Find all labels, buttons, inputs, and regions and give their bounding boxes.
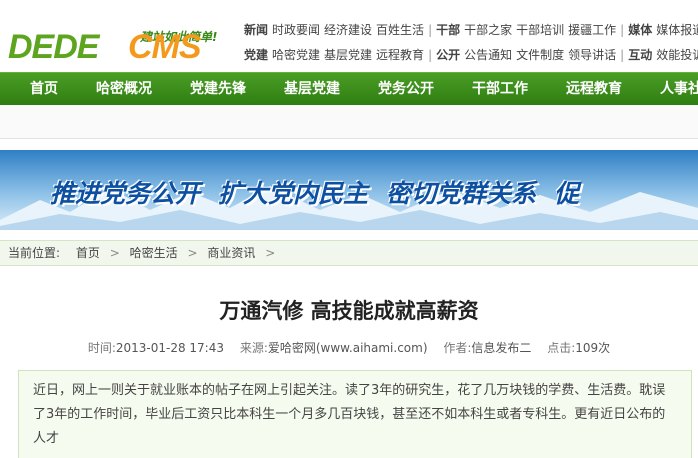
- meta-time-label: 时间:: [87, 341, 116, 355]
- meta-clicks-label: 点击:: [547, 341, 576, 355]
- quick-link-category[interactable]: 公开: [436, 48, 460, 62]
- logo-text-dede: DEDE: [8, 28, 99, 66]
- banner-slogan: 推进党务公开: [50, 179, 201, 208]
- quick-link[interactable]: 时政要闻: [272, 23, 320, 37]
- breadcrumb-separator: >: [187, 246, 198, 260]
- nav-item[interactable]: 基层党建: [264, 73, 358, 106]
- quick-links-row: 党建哈密党建基层党建远程教育|公开公告通知文件制度领导讲话|互动效能投诉: [244, 43, 698, 68]
- nav-item[interactable]: 首页: [10, 73, 76, 106]
- breadcrumb: 当前位置: 首页 > 哈密生活 > 商业资讯 >: [0, 240, 698, 266]
- nav-item[interactable]: 党建先锋: [170, 73, 264, 106]
- quick-links-separator: |: [620, 48, 625, 62]
- quick-links-row: 新闻时政要闻经济建设百姓生活|干部干部之家干部培训援疆工作|媒体媒体报道: [244, 18, 698, 43]
- logo-text-cms: CMS: [128, 28, 202, 66]
- banner-slogan: 促: [554, 179, 580, 208]
- article-meta: 时间:2013-01-28 17:43 来源:爱哈密网(www.aihami.c…: [0, 339, 698, 356]
- meta-author: 信息发布二: [471, 341, 532, 355]
- main-nav-list: 首页哈密概况党建先锋基层党建党务公开干部工作远程教育人事社保互动: [0, 73, 698, 106]
- quick-links-separator: |: [428, 23, 433, 37]
- breadcrumb-separator: >: [265, 246, 276, 260]
- quick-link-category[interactable]: 新闻: [244, 23, 268, 37]
- nav-item[interactable]: 党务公开: [358, 73, 452, 106]
- quick-link[interactable]: 援疆工作: [568, 23, 616, 37]
- site-header: 建站如此简单! DEDE CMS 新闻 时政要闻 经济建设 百姓生活 | 干部 干部之家 干部…: [0, 0, 698, 72]
- breadcrumb-item-home[interactable]: 首页: [76, 246, 100, 260]
- quick-links-separator: |: [428, 48, 433, 62]
- quick-link-category[interactable]: 互动: [628, 48, 652, 62]
- nav-item[interactable]: 干部工作: [452, 73, 546, 106]
- quick-link[interactable]: 媒体报道: [656, 23, 698, 37]
- quick-link[interactable]: 干部之家: [464, 23, 512, 37]
- banner: 推进党务公开 扩大党内民主 密切党群关系 促: [0, 150, 698, 230]
- main-nav: 首页哈密概况党建先锋基层党建党务公开干部工作远程教育人事社保互动: [0, 72, 698, 105]
- breadcrumb-separator: >: [109, 246, 120, 260]
- quick-link[interactable]: 哈密党建: [272, 48, 320, 62]
- quick-link[interactable]: 远程教育: [376, 48, 424, 62]
- quick-link[interactable]: 基层党建: [324, 48, 372, 62]
- meta-source[interactable]: 爱哈密网(www.aihami.com): [268, 341, 428, 355]
- meta-clicks: 109次: [575, 341, 611, 355]
- nav-item[interactable]: 哈密概况: [76, 73, 170, 106]
- banner-slogan: 扩大党内民主: [218, 179, 369, 208]
- quick-links-separator: |: [620, 23, 625, 37]
- quick-link[interactable]: 效能投诉: [656, 48, 698, 62]
- quick-link[interactable]: 文件制度: [516, 48, 564, 62]
- quick-link-category[interactable]: 媒体: [628, 23, 652, 37]
- quick-link[interactable]: 公告通知: [464, 48, 512, 62]
- nav-item[interactable]: 人事社保: [640, 73, 698, 106]
- quick-links: 新闻时政要闻经济建设百姓生活|干部干部之家干部培训援疆工作|媒体媒体报道党建哈密…: [244, 18, 698, 68]
- article-summary: 近日，网上一则关于就业账本的帖子在网上引起关注。读了3年的研究生，花了几万块钱的…: [18, 370, 692, 458]
- breadcrumb-item-business[interactable]: 商业资讯: [207, 246, 255, 260]
- banner-slogans: 推进党务公开 扩大党内民主 密切党群关系 促: [0, 174, 698, 210]
- sub-nav-bar: [0, 105, 698, 139]
- quick-link-category[interactable]: 党建: [244, 48, 268, 62]
- quick-link[interactable]: 百姓生活: [376, 23, 424, 37]
- site-logo[interactable]: 建站如此简单! DEDE CMS: [8, 20, 238, 66]
- meta-source-label: 来源:: [239, 341, 268, 355]
- nav-item[interactable]: 远程教育: [546, 73, 640, 106]
- meta-time: 2013-01-28 17:43: [115, 341, 224, 355]
- meta-author-label: 作者:: [443, 341, 472, 355]
- breadcrumb-item-life[interactable]: 哈密生活: [130, 246, 178, 260]
- article-title: 万通汽修 高技能成就高薪资: [219, 299, 479, 323]
- quick-link[interactable]: 领导讲话: [568, 48, 616, 62]
- breadcrumb-label: 当前位置:: [8, 246, 61, 260]
- quick-link-category[interactable]: 干部: [436, 23, 460, 37]
- quick-link[interactable]: 干部培训: [516, 23, 564, 37]
- banner-slogan: 密切党群关系: [386, 179, 537, 208]
- quick-link[interactable]: 经济建设: [324, 23, 372, 37]
